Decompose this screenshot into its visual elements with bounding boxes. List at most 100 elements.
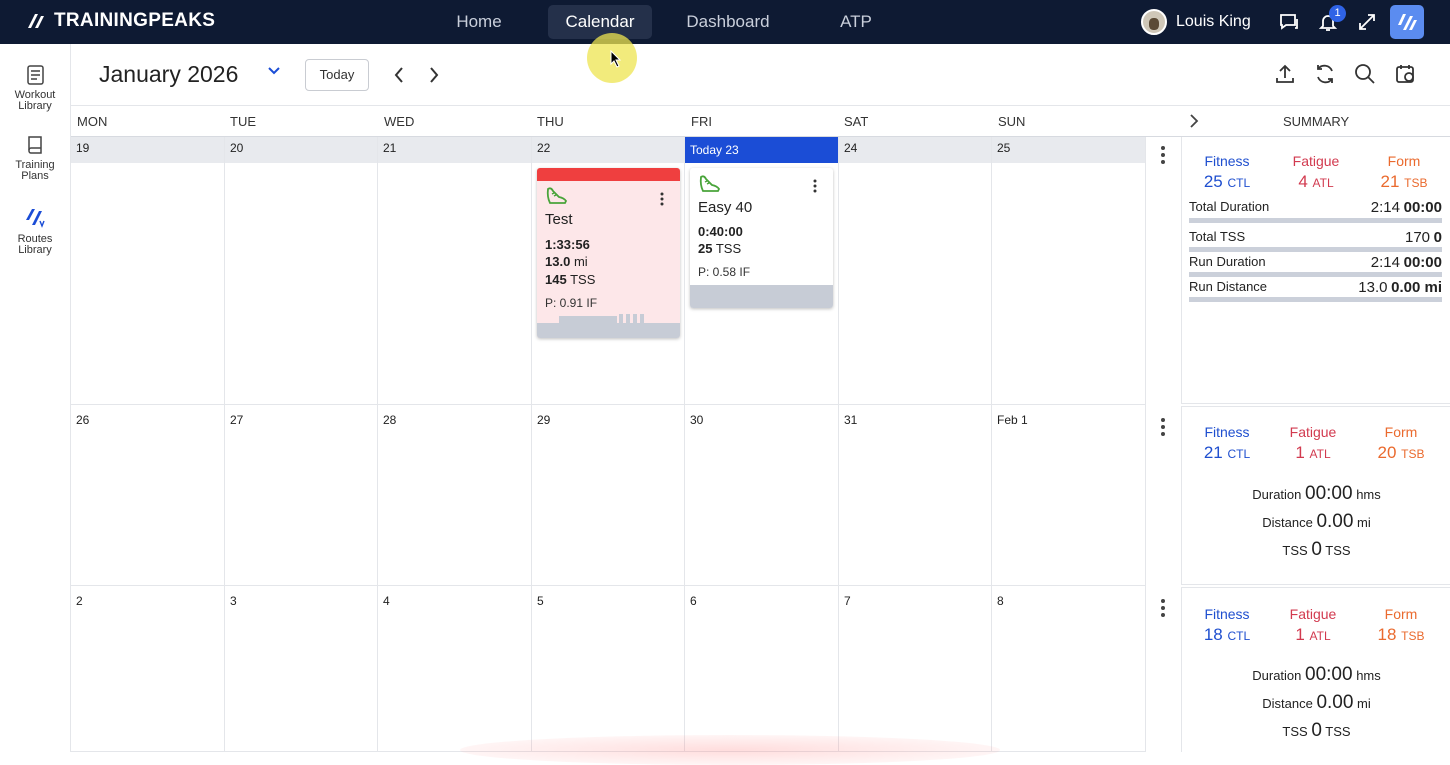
summary-row-total-duration: Total Duration 2:14 00:00 — [1189, 199, 1442, 216]
tab-dashboard[interactable]: Dashboard — [668, 5, 788, 39]
workout-tss: 25 TSS — [698, 241, 741, 256]
today-button[interactable]: Today — [305, 59, 369, 91]
workout-tss: 145 TSS — [545, 272, 595, 287]
date-number: 28 — [383, 413, 397, 427]
workout-menu-icon[interactable] — [813, 177, 817, 195]
workout-menu-icon[interactable] — [660, 190, 664, 208]
completed-value: 00:00 — [1403, 254, 1442, 271]
weekday-header: THU — [537, 114, 564, 129]
week-summary[interactable]: Fitness 25 CTL Fatigue 4 ATL Form 21 TSB… — [1181, 137, 1450, 404]
tab-calendar[interactable]: Calendar — [548, 5, 652, 39]
notification-badge: 1 — [1329, 5, 1346, 22]
summary-distance: Distance 0.00 mi — [1182, 692, 1450, 714]
sidebar-label: Library — [18, 244, 52, 256]
next-month-icon[interactable] — [426, 65, 442, 85]
chevron-down-icon[interactable] — [267, 66, 281, 76]
completed-value: 0 — [1433, 229, 1442, 246]
day-cell[interactable]: 30 — [685, 405, 839, 586]
workout-card[interactable]: Test 1:33:56 13.0 mi 145 TSS P: 0.91 IF — [537, 168, 680, 338]
summary-progress-bar — [1189, 272, 1442, 277]
app-switcher-button[interactable] — [1390, 5, 1424, 39]
bottom-glow — [460, 735, 1000, 765]
form-unit: TSB — [1404, 176, 1428, 190]
workout-title: Test — [545, 211, 573, 228]
day-cell[interactable]: 19 — [71, 137, 225, 405]
fitness-value-row: 21 CTL — [1182, 443, 1272, 463]
day-cell[interactable]: 26 — [71, 405, 225, 586]
summary-row-label: Total TSS — [1189, 229, 1246, 244]
fitness-label: Fitness — [1204, 153, 1250, 169]
sync-icon[interactable] — [1313, 62, 1337, 86]
distance-value: 0.00 — [1316, 692, 1354, 713]
day-cell[interactable]: 28 — [378, 405, 532, 586]
fitness-value: 21 — [1203, 443, 1223, 462]
sidebar-item-workout-library[interactable]: Workout Library — [0, 64, 70, 112]
day-cell[interactable]: 25 — [992, 137, 1146, 405]
fatigue-label: Fatigue — [1292, 153, 1340, 169]
upload-icon[interactable] — [1273, 62, 1297, 86]
summary-distance: Distance 0.00 mi — [1182, 511, 1450, 533]
week-options-icon[interactable] — [1161, 418, 1165, 436]
expand-icon[interactable] — [1356, 11, 1378, 33]
week-options-icon[interactable] — [1161, 146, 1165, 164]
day-cell[interactable]: 29 — [532, 405, 685, 586]
week-summary[interactable]: Fitness 21 CTL Fatigue 1 ATL Form 20 TSB… — [1181, 406, 1450, 585]
date-number: 7 — [844, 594, 851, 608]
tss-unit: TSS — [1325, 543, 1351, 558]
fatigue-value-row: 1 ATL — [1268, 625, 1358, 645]
day-cell[interactable]: 20 — [225, 137, 378, 405]
user-menu[interactable]: Louis King — [1141, 9, 1251, 35]
planned-value: 13.0 — [1358, 279, 1388, 296]
day-cell[interactable]: 31 — [839, 405, 992, 586]
form-value-row: 20 TSB — [1356, 443, 1446, 463]
calendar-settings-icon[interactable] — [1394, 62, 1418, 86]
week-summary[interactable]: Fitness 18 CTL Fatigue 1 ATL Form 18 TSB… — [1181, 587, 1450, 752]
fatigue-value: 4 — [1298, 172, 1308, 191]
workout-profile-chart — [690, 285, 833, 308]
week-options-icon[interactable] — [1161, 599, 1165, 617]
tss-value: 0 — [1311, 539, 1322, 560]
tss-value: 145 — [545, 272, 567, 287]
previous-month-icon[interactable] — [391, 65, 407, 85]
day-cell[interactable]: 4 — [378, 586, 532, 752]
calendar-grid: Today 23 19 20 21 22 24 25 26 27 28 29 3… — [71, 137, 1146, 752]
user-name: Louis King — [1176, 13, 1251, 30]
day-cell[interactable]: 5 — [532, 586, 685, 752]
day-cell[interactable]: 8 — [992, 586, 1146, 752]
form-label: Form — [1387, 153, 1421, 169]
day-cell[interactable]: 6 — [685, 586, 839, 752]
summary-row-total-tss: Total TSS 170 0 — [1189, 229, 1442, 246]
workout-card[interactable]: Easy 40 0:40:00 25 TSS P: 0.58 IF — [690, 168, 833, 308]
day-cell[interactable]: 27 — [225, 405, 378, 586]
sidebar-item-training-plans[interactable]: Training Plans — [0, 134, 70, 182]
fitness-value-row: 18 CTL — [1182, 625, 1272, 645]
trainingpeaks-logo[interactable]: TRAININGPEAKS — [26, 10, 215, 32]
chat-icon[interactable] — [1278, 11, 1300, 33]
tab-home[interactable]: Home — [440, 5, 518, 39]
search-icon[interactable] — [1353, 62, 1377, 86]
summary-tss: TSS 0 TSS — [1182, 539, 1450, 561]
day-cell[interactable]: 24 — [839, 137, 992, 405]
form-value: 21 — [1380, 172, 1400, 191]
top-navigation-bar: TRAININGPEAKS Home Calendar Dashboard AT… — [0, 0, 1450, 44]
distance-unit: mi — [1357, 696, 1371, 711]
day-cell[interactable]: 21 — [378, 137, 532, 405]
date-number: 25 — [997, 141, 1011, 155]
day-cell[interactable]: 3 — [225, 586, 378, 752]
day-cell[interactable]: 2 — [71, 586, 225, 752]
distance-value: 0.00 — [1316, 511, 1354, 532]
day-cell[interactable]: Feb 1 — [992, 405, 1146, 586]
avatar — [1141, 9, 1167, 35]
distance-unit: mi — [1357, 515, 1371, 530]
workout-intensity: P: 0.91 IF — [545, 296, 598, 310]
collapse-summary-icon[interactable] — [1188, 113, 1200, 129]
tss-label: TSS — [1282, 543, 1308, 558]
tab-atp[interactable]: ATP — [825, 5, 887, 39]
workout-duration: 0:40:00 — [698, 224, 743, 239]
date-number: 3 — [230, 594, 237, 608]
month-title[interactable]: January 2026 — [99, 61, 238, 88]
day-cell[interactable]: 7 — [839, 586, 992, 752]
sidebar-item-routes-library[interactable]: Routes Library — [0, 204, 70, 256]
date-number: 26 — [76, 413, 90, 427]
duration-unit: hms — [1356, 487, 1381, 502]
